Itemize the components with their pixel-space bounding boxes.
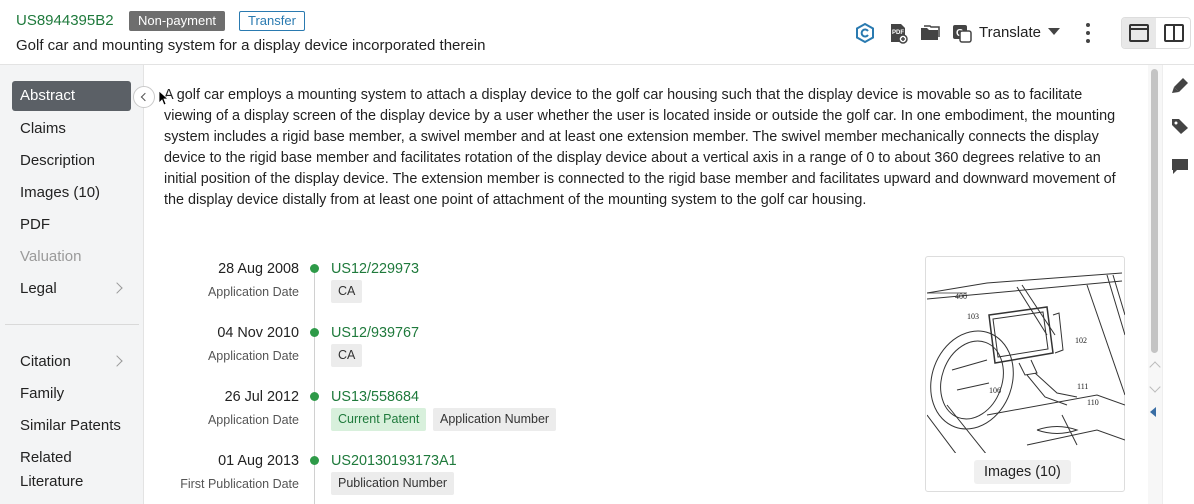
figure-label: 102 <box>1075 336 1087 345</box>
nav-label: Valuation <box>20 248 81 265</box>
nav-label: Citation <box>20 353 71 370</box>
application-number-link[interactable]: US13/558684 <box>331 389 419 405</box>
timeline-dot <box>310 456 319 465</box>
application-number-link[interactable]: US12/229973 <box>331 261 419 277</box>
mouse-cursor-icon <box>158 90 168 106</box>
nav-description[interactable]: Description <box>12 146 131 176</box>
more-vertical-icon[interactable] <box>1078 20 1098 46</box>
patent-number[interactable]: US8944395B2 <box>16 12 114 29</box>
nav-label: Related <box>20 449 72 466</box>
figure-label: 106 <box>989 386 1001 395</box>
nav-images[interactable]: Images (10) <box>12 178 131 208</box>
nav-abstract[interactable]: Abstract <box>12 81 131 111</box>
application-number-link[interactable]: US12/939767 <box>331 325 419 341</box>
comment-icon[interactable] <box>1171 157 1189 175</box>
folder-icon[interactable] <box>919 22 941 44</box>
content-scrollbar[interactable] <box>1148 65 1162 504</box>
scrollbar-thumb[interactable] <box>1151 69 1158 353</box>
timeline-dot <box>310 264 319 273</box>
nav-pdf[interactable]: PDF <box>12 210 131 240</box>
timeline-date: 04 Nov 2010 <box>164 325 299 341</box>
nav-claims[interactable]: Claims <box>12 114 131 144</box>
publication-number-link[interactable]: US20130193173A1 <box>331 453 457 469</box>
country-tag: CA <box>331 344 362 367</box>
publication-number-tag: Publication Number <box>331 472 454 495</box>
split-view-icon <box>1157 18 1191 48</box>
nav-similar-patents[interactable]: Similar Patents <box>12 411 131 441</box>
scroll-down-icon[interactable] <box>1149 381 1160 392</box>
status-badge-non-payment: Non-payment <box>129 11 225 31</box>
chevron-right-icon <box>111 355 122 366</box>
expand-panel-icon[interactable] <box>1150 407 1156 417</box>
patent-drawing-image: 400 103 102 106 111 110 <box>927 265 1125 453</box>
nav-label: Literature <box>20 473 83 490</box>
nav-citation[interactable]: Citation <box>12 347 131 377</box>
chevron-right-icon <box>111 282 122 293</box>
patsnap-logo-icon[interactable] <box>854 22 876 44</box>
timeline-dot <box>310 328 319 337</box>
timeline-dot <box>310 392 319 401</box>
abstract-text: A golf car employs a mounting system to … <box>164 85 1130 211</box>
figure-label: 110 <box>1087 398 1099 407</box>
timeline-date: 28 Aug 2008 <box>164 261 299 277</box>
nav-divider <box>5 324 139 325</box>
chevron-down-icon[interactable] <box>1048 28 1060 35</box>
images-count-button[interactable]: Images (10) <box>974 460 1071 484</box>
patent-image-card[interactable]: 400 103 102 106 111 110 Images (10) <box>925 256 1125 492</box>
nav-related-literature-line2[interactable]: Literature <box>12 467 131 497</box>
right-tool-rail <box>1162 65 1194 504</box>
current-patent-tag: Current Patent <box>331 408 426 431</box>
nav-legal[interactable]: Legal <box>12 274 131 304</box>
view-toggle <box>1121 17 1191 49</box>
main-content: A golf car employs a mounting system to … <box>144 65 1148 504</box>
nav-label: PDF <box>20 216 50 233</box>
single-view-icon <box>1122 18 1156 48</box>
timeline-line <box>314 268 315 504</box>
highlighter-icon[interactable] <box>1171 77 1189 95</box>
patent-title: Golf car and mounting system for a displ… <box>16 37 485 54</box>
timeline-date-type: Application Date <box>164 285 299 299</box>
patent-header: US8944395B2 Non-payment Transfer Golf ca… <box>0 0 1194 65</box>
timeline-date-type: Application Date <box>164 413 299 427</box>
timeline-date-type: Application Date <box>164 349 299 363</box>
nav-family[interactable]: Family <box>12 379 131 409</box>
application-number-tag: Application Number <box>433 408 556 431</box>
translate-icon[interactable]: G <box>951 22 973 44</box>
section-nav: Abstract Claims Description Images (10) … <box>0 65 144 504</box>
timeline-date: 26 Jul 2012 <box>164 389 299 405</box>
nav-label: Images (10) <box>20 184 100 201</box>
figure-label: 103 <box>967 312 979 321</box>
status-badge-transfer[interactable]: Transfer <box>239 11 305 31</box>
nav-label: Abstract <box>20 87 75 104</box>
nav-label: Claims <box>20 120 66 137</box>
timeline-date-type: First Publication Date <box>164 477 299 491</box>
nav-label: Family <box>20 385 64 402</box>
pdf-download-icon[interactable]: PDF <box>887 22 909 44</box>
translate-button[interactable]: Translate <box>979 24 1041 41</box>
country-tag: CA <box>331 280 362 303</box>
figure-label: 111 <box>1077 382 1088 391</box>
nav-label: Description <box>20 152 95 169</box>
nav-valuation: Valuation <box>12 242 131 272</box>
split-view-button[interactable] <box>1157 18 1191 48</box>
single-view-button[interactable] <box>1122 18 1156 48</box>
timeline-date: 01 Aug 2013 <box>164 453 299 469</box>
scroll-up-icon[interactable] <box>1149 361 1160 372</box>
nav-label: Legal <box>20 280 57 297</box>
tag-icon[interactable] <box>1171 117 1189 135</box>
nav-label: Similar Patents <box>20 417 121 434</box>
